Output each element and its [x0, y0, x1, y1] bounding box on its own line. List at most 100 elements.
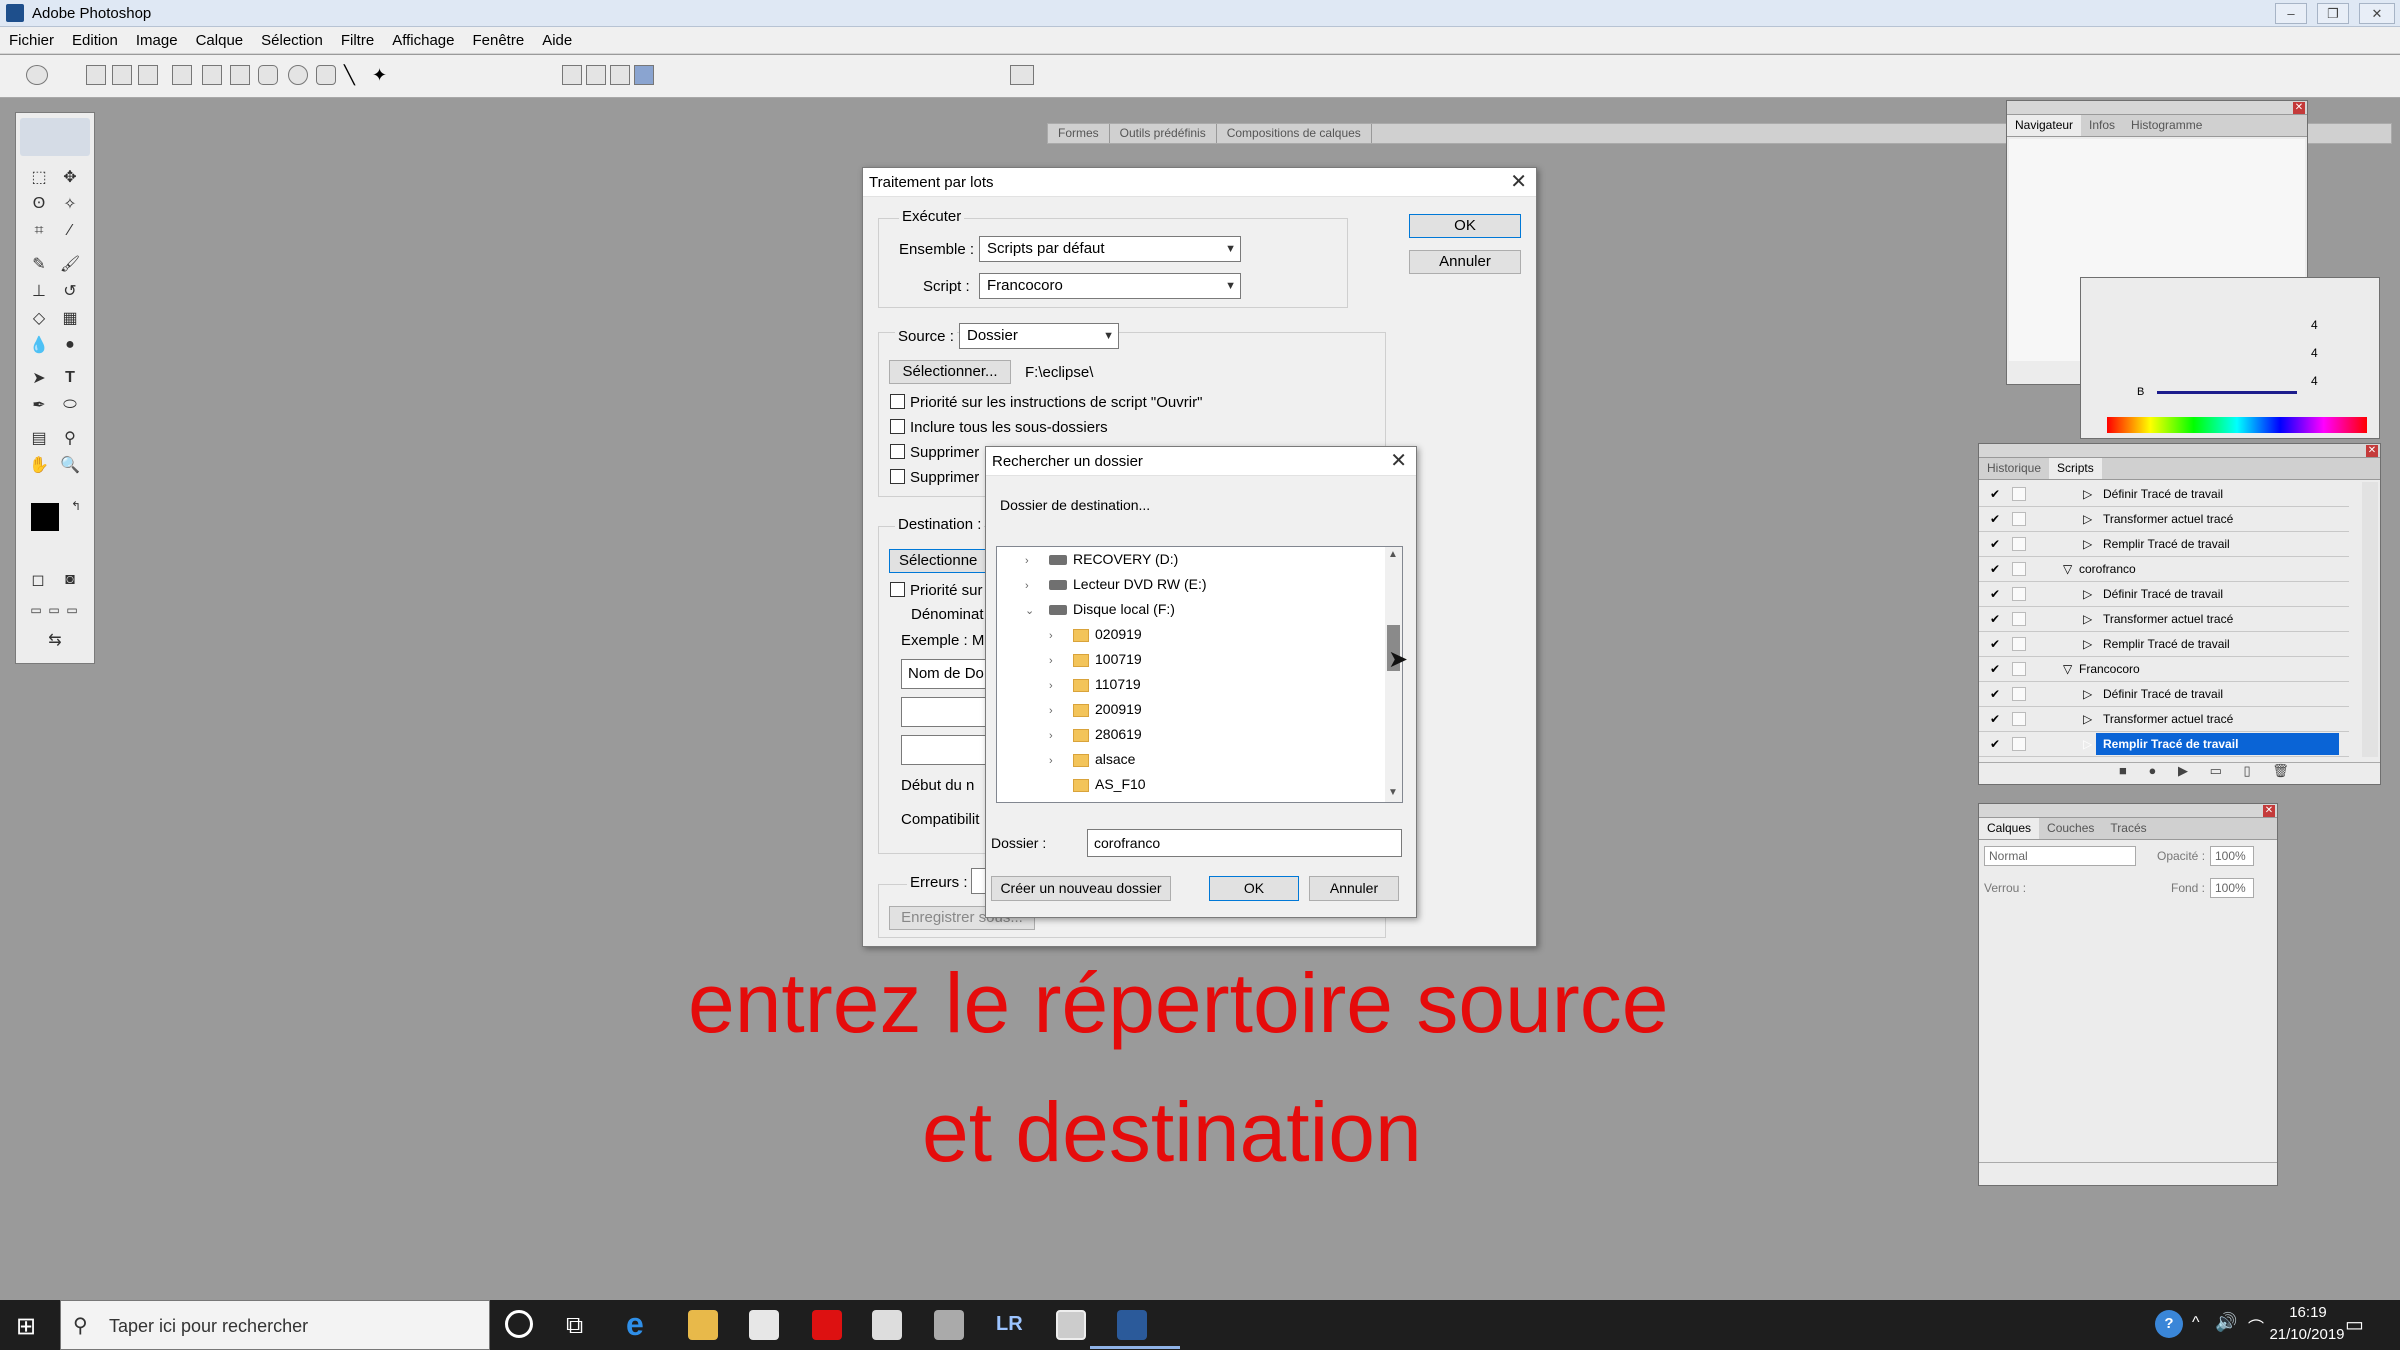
- fill-pixels-icon[interactable]: [138, 65, 158, 85]
- eraser-tool-icon[interactable]: ◇: [27, 307, 51, 329]
- menu-selection[interactable]: Sélection: [252, 27, 332, 54]
- file-explorer-icon[interactable]: [688, 1310, 718, 1340]
- expand-triangle-icon[interactable]: ▷: [2083, 637, 2092, 651]
- toggle-check-icon[interactable]: ✔: [1990, 712, 2004, 726]
- menu-edition[interactable]: Edition: [63, 27, 127, 54]
- script-row[interactable]: ✔ ▷ Transformer actuel tracé: [1979, 507, 2349, 532]
- well-tab-outils[interactable]: Outils prédéfinis: [1110, 124, 1217, 143]
- script-select[interactable]: Francocoro ▼: [979, 273, 1241, 299]
- restore-button[interactable]: ❐: [2317, 3, 2349, 24]
- volume-icon[interactable]: 🔊: [2215, 1312, 2237, 1333]
- dialog-toggle-box[interactable]: [2012, 637, 2026, 651]
- new-folder-button[interactable]: Créer un nouveau dossier: [991, 876, 1171, 901]
- toggle-check-icon[interactable]: ✔: [1990, 512, 2004, 526]
- folder-name-input[interactable]: corofranco: [1087, 829, 1402, 857]
- expand-chevron-icon[interactable]: ›: [1049, 624, 1063, 649]
- expand-chevron-icon[interactable]: ›: [1049, 649, 1063, 674]
- source-select-button[interactable]: Sélectionner...: [889, 360, 1011, 384]
- zoom-tool-icon[interactable]: 🔍: [58, 454, 82, 476]
- tree-item[interactable]: › 020919: [1049, 622, 1142, 647]
- notifications-icon[interactable]: ▭: [2345, 1312, 2364, 1337]
- tab-navigateur[interactable]: Navigateur: [2007, 115, 2082, 136]
- expand-triangle-icon[interactable]: ▽: [2063, 562, 2072, 576]
- close-button[interactable]: ✕: [2359, 3, 2395, 24]
- pen-tool-icon[interactable]: ✒: [27, 394, 51, 416]
- tree-item[interactable]: › 280619: [1049, 722, 1142, 747]
- clone-stamp-icon[interactable]: ⊥: [27, 280, 51, 302]
- close-icon[interactable]: ✕: [1390, 447, 1407, 476]
- delete-icon[interactable]: 🗑: [2272, 763, 2289, 778]
- tree-item[interactable]: › alsace: [1049, 747, 1135, 772]
- browse-ok-button[interactable]: OK: [1209, 876, 1299, 901]
- panel-close-icon[interactable]: ✕: [2293, 102, 2305, 114]
- dialog-toggle-box[interactable]: [2012, 712, 2026, 726]
- tree-item[interactable]: › 100719: [1049, 647, 1142, 672]
- expand-chevron-icon[interactable]: ›: [1049, 724, 1063, 749]
- toggle-check-icon[interactable]: ✔: [1990, 687, 2004, 701]
- dialog-toggle-box[interactable]: [2012, 587, 2026, 601]
- tab-traces[interactable]: Tracés: [2102, 818, 2154, 839]
- script-row[interactable]: ✔ ▷ Remplir Tracé de travail: [1979, 732, 2349, 757]
- dialog-toggle-box[interactable]: [2012, 612, 2026, 626]
- expand-triangle-icon[interactable]: ▷: [2083, 512, 2092, 526]
- pen-tool-icon[interactable]: [172, 65, 192, 85]
- expand-chevron-icon[interactable]: ›: [1025, 574, 1039, 599]
- toggle-check-icon[interactable]: ✔: [1990, 637, 2004, 651]
- combine-intersect-icon[interactable]: [610, 65, 630, 85]
- rounded-rect-shape-icon[interactable]: [258, 65, 278, 85]
- magic-wand-tool-icon[interactable]: ✧: [58, 193, 82, 215]
- script-row[interactable]: ✔ ▽ Francocoro: [1979, 657, 2349, 682]
- eyedropper-tool-icon[interactable]: ⚲: [58, 427, 82, 449]
- tab-scripts[interactable]: Scripts: [2049, 458, 2102, 479]
- line-shape-icon[interactable]: ╲: [344, 65, 364, 85]
- dialog-toggle-box[interactable]: [2012, 687, 2026, 701]
- script-row[interactable]: ✔ ▽ corofranco: [1979, 557, 2349, 582]
- suppress-profile-checkbox[interactable]: [890, 469, 905, 484]
- tree-item[interactable]: AS_F10: [1049, 772, 1146, 797]
- tab-infos[interactable]: Infos: [2081, 115, 2123, 136]
- toggle-check-icon[interactable]: ✔: [1990, 587, 2004, 601]
- tab-histogramme[interactable]: Histogramme: [2123, 115, 2210, 136]
- move-tool-icon[interactable]: ✥: [58, 166, 82, 188]
- rectangle-shape-icon[interactable]: [230, 65, 250, 85]
- brush-tool-icon[interactable]: 🖌: [58, 253, 82, 275]
- set-select[interactable]: Scripts par défaut ▼: [979, 236, 1241, 262]
- path-selection-icon[interactable]: ➤: [27, 367, 51, 389]
- new-action-icon[interactable]: ▯: [2244, 763, 2251, 778]
- expand-triangle-icon[interactable]: ▷: [2083, 737, 2092, 751]
- toggle-check-icon[interactable]: ✔: [1990, 487, 2004, 501]
- script-row[interactable]: ✔ ▷ Définir Tracé de travail: [1979, 582, 2349, 607]
- dialog-toggle-box[interactable]: [2012, 562, 2026, 576]
- open-window-icon[interactable]: [1056, 1310, 1086, 1340]
- fill-field[interactable]: 100%: [2210, 878, 2254, 898]
- combine-exclude-icon[interactable]: [634, 65, 654, 85]
- netflix-icon[interactable]: [812, 1310, 842, 1340]
- script-row[interactable]: ✔ ▷ Transformer actuel tracé: [1979, 707, 2349, 732]
- expand-chevron-icon[interactable]: ›: [1049, 674, 1063, 699]
- menu-calque[interactable]: Calque: [187, 27, 253, 54]
- expand-chevron-icon[interactable]: ›: [1049, 749, 1063, 774]
- minimize-button[interactable]: –: [2275, 3, 2307, 24]
- ellipse-tool-preset-icon[interactable]: [26, 65, 48, 85]
- override-open-checkbox[interactable]: [890, 394, 905, 409]
- script-row[interactable]: ✔ ▷ Définir Tracé de travail: [1979, 682, 2349, 707]
- tray-chevron-icon[interactable]: ^: [2192, 1314, 2200, 1332]
- close-icon[interactable]: ✕: [1510, 168, 1527, 197]
- play-icon[interactable]: ▶: [2178, 763, 2188, 778]
- app-3d-icon[interactable]: [934, 1310, 964, 1340]
- tree-scrollbar[interactable]: ▲ ▼: [1385, 547, 1402, 802]
- polygon-shape-icon[interactable]: [316, 65, 336, 85]
- script-row[interactable]: ✔ ▷ Remplir Tracé de travail: [1979, 532, 2349, 557]
- marquee-tool-icon[interactable]: ⬚: [27, 166, 51, 188]
- type-tool-icon[interactable]: T: [58, 367, 82, 389]
- windows-start-icon[interactable]: ⊞: [16, 1312, 36, 1341]
- notes-tool-icon[interactable]: ▤: [27, 427, 51, 449]
- gradient-tool-icon[interactable]: ▦: [58, 307, 82, 329]
- blur-tool-icon[interactable]: 💧: [27, 334, 51, 356]
- new-set-icon[interactable]: ▭: [2210, 763, 2222, 778]
- taskbar-search[interactable]: ⚲ Taper ici pour rechercher: [60, 1300, 490, 1350]
- ellipse-tool-icon[interactable]: ⬭: [58, 394, 82, 416]
- tree-item[interactable]: › RECOVERY (D:): [1025, 547, 1178, 572]
- dialog-toggle-box[interactable]: [2012, 662, 2026, 676]
- mail-icon[interactable]: [872, 1310, 902, 1340]
